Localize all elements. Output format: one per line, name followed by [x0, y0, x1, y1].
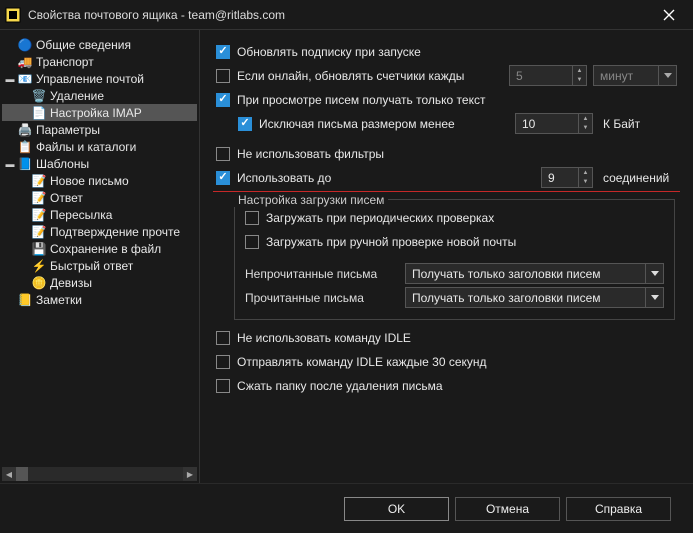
close-button[interactable]	[649, 0, 689, 30]
chevron-down-icon[interactable]	[645, 288, 663, 307]
scroll-right-icon[interactable]: ▶	[183, 467, 197, 481]
templates-icon: 📘	[17, 157, 33, 171]
collapse-icon[interactable]: ▬	[4, 159, 16, 169]
size-spinner[interactable]: 10▲▼	[515, 113, 593, 134]
chevron-down-icon[interactable]	[645, 264, 663, 283]
interval-spinner[interactable]: 5▲▼	[509, 65, 587, 86]
tree-quick-reply[interactable]: ⚡Быстрый ответ	[2, 257, 197, 274]
checkbox[interactable]	[216, 355, 230, 369]
save-icon: 💾	[31, 242, 47, 256]
info-icon: 🔵	[17, 38, 33, 52]
unread-row: Непрочитанные письма Получать только заг…	[245, 263, 664, 284]
tree-reply[interactable]: 📝Ответ	[2, 189, 197, 206]
checkbox[interactable]	[238, 117, 252, 131]
mottos-icon: 🪙	[31, 276, 47, 290]
tree-mottos[interactable]: 🪙Девизы	[2, 274, 197, 291]
spin-up-icon[interactable]: ▲	[579, 114, 592, 124]
forward-icon: 📝	[31, 208, 47, 222]
read-label: Прочитанные письма	[245, 291, 395, 305]
tree-forward[interactable]: 📝Пересылка	[2, 206, 197, 223]
dialog-footer: OK Отмена Справка	[0, 483, 693, 533]
checkbox[interactable]	[216, 379, 230, 393]
delete-icon: 🗑️	[31, 89, 47, 103]
opt-compress[interactable]: Сжать папку после удаления письма	[216, 374, 677, 397]
tree-imap[interactable]: 📄Настройка IMAP	[2, 104, 197, 121]
imap-icon: 📄	[31, 106, 47, 120]
notes-icon: 📒	[17, 293, 33, 307]
cancel-button[interactable]: Отмена	[455, 497, 560, 521]
tree-delete[interactable]: 🗑️Удаление	[2, 87, 197, 104]
opt-download-periodic[interactable]: Загружать при периодических проверках	[245, 206, 664, 229]
checkbox[interactable]	[216, 147, 230, 161]
tree-scrollbar[interactable]: ◀▶	[2, 467, 197, 481]
tree-mail-mgmt[interactable]: ▬📧Управление почтой	[2, 70, 197, 87]
spin-down-icon[interactable]: ▼	[573, 76, 586, 86]
checkbox[interactable]	[216, 171, 230, 185]
size-unit-label: К Байт	[603, 117, 677, 131]
spin-up-icon[interactable]: ▲	[579, 168, 592, 178]
help-button[interactable]: Справка	[566, 497, 671, 521]
opt-if-online[interactable]: Если онлайн, обновлять счетчики кажды 5▲…	[216, 64, 677, 87]
tree-params[interactable]: 🖨️Параметры	[2, 121, 197, 138]
checkbox[interactable]	[216, 331, 230, 345]
opt-use-up-to[interactable]: Использовать до 9▲▼ соединений	[216, 166, 677, 189]
tree-new-letter[interactable]: 📝Новое письмо	[2, 172, 197, 189]
checkbox[interactable]	[216, 69, 230, 83]
opt-refresh-subscription[interactable]: Обновлять подписку при запуске	[216, 40, 677, 63]
checkbox[interactable]	[245, 211, 259, 225]
tree-save-file[interactable]: 💾Сохранение в файл	[2, 240, 197, 257]
reply-icon: 📝	[31, 191, 47, 205]
opt-no-idle[interactable]: Не использовать команду IDLE	[216, 326, 677, 349]
quick-reply-icon: ⚡	[31, 259, 47, 273]
title-bar: Свойства почтового ящика - team@ritlabs.…	[0, 0, 693, 30]
download-section-label: Настройка загрузки писем	[234, 193, 388, 207]
nav-tree: 🔵Общие сведения 🚚Транспорт ▬📧Управление …	[0, 30, 200, 483]
chevron-down-icon[interactable]	[658, 66, 676, 85]
params-icon: 🖨️	[17, 123, 33, 137]
tree-general[interactable]: 🔵Общие сведения	[2, 36, 197, 53]
tree-templates[interactable]: ▬📘Шаблоны	[2, 155, 197, 172]
spin-up-icon[interactable]: ▲	[573, 66, 586, 76]
spin-down-icon[interactable]: ▼	[579, 124, 592, 134]
collapse-icon[interactable]: ▬	[4, 74, 16, 84]
tree-notes[interactable]: 📒Заметки	[2, 291, 197, 308]
settings-panel: Обновлять подписку при запуске Если онла…	[200, 30, 693, 483]
opt-download-manual[interactable]: Загружать при ручной проверке новой почт…	[245, 230, 664, 253]
ok-button[interactable]: OK	[344, 497, 449, 521]
connections-spinner[interactable]: 9▲▼	[541, 167, 593, 188]
window-title: Свойства почтового ящика - team@ritlabs.…	[28, 8, 649, 22]
new-letter-icon: 📝	[31, 174, 47, 188]
unread-select[interactable]: Получать только заголовки писем	[405, 263, 664, 284]
unread-label: Непрочитанные письма	[245, 267, 395, 281]
read-select[interactable]: Получать только заголовки писем	[405, 287, 664, 308]
app-icon	[4, 6, 22, 24]
checkbox[interactable]	[245, 235, 259, 249]
scroll-left-icon[interactable]: ◀	[2, 467, 16, 481]
checkbox[interactable]	[216, 93, 230, 107]
mail-mgmt-icon: 📧	[17, 72, 33, 86]
tree-transport[interactable]: 🚚Транспорт	[2, 53, 197, 70]
read-row: Прочитанные письма Получать только загол…	[245, 287, 664, 308]
connections-label: соединений	[603, 171, 677, 185]
confirm-icon: 📝	[31, 225, 47, 239]
interval-unit-select[interactable]: минут	[593, 65, 677, 86]
opt-idle-30[interactable]: Отправлять команду IDLE каждые 30 секунд	[216, 350, 677, 373]
download-section: Загружать при периодических проверках За…	[234, 200, 675, 320]
files-icon: 📋	[17, 140, 33, 154]
opt-view-text-only[interactable]: При просмотре писем получать только текс…	[216, 88, 677, 111]
opt-except-size[interactable]: Исключая письма размером менее 10▲▼ К Ба…	[216, 112, 677, 135]
tree-files[interactable]: 📋Файлы и каталоги	[2, 138, 197, 155]
spin-down-icon[interactable]: ▼	[579, 178, 592, 188]
opt-no-filters[interactable]: Не использовать фильтры	[216, 142, 677, 165]
transport-icon: 🚚	[17, 55, 33, 69]
checkbox[interactable]	[216, 45, 230, 59]
tree-read-confirm[interactable]: 📝Подтверждение прочте	[2, 223, 197, 240]
